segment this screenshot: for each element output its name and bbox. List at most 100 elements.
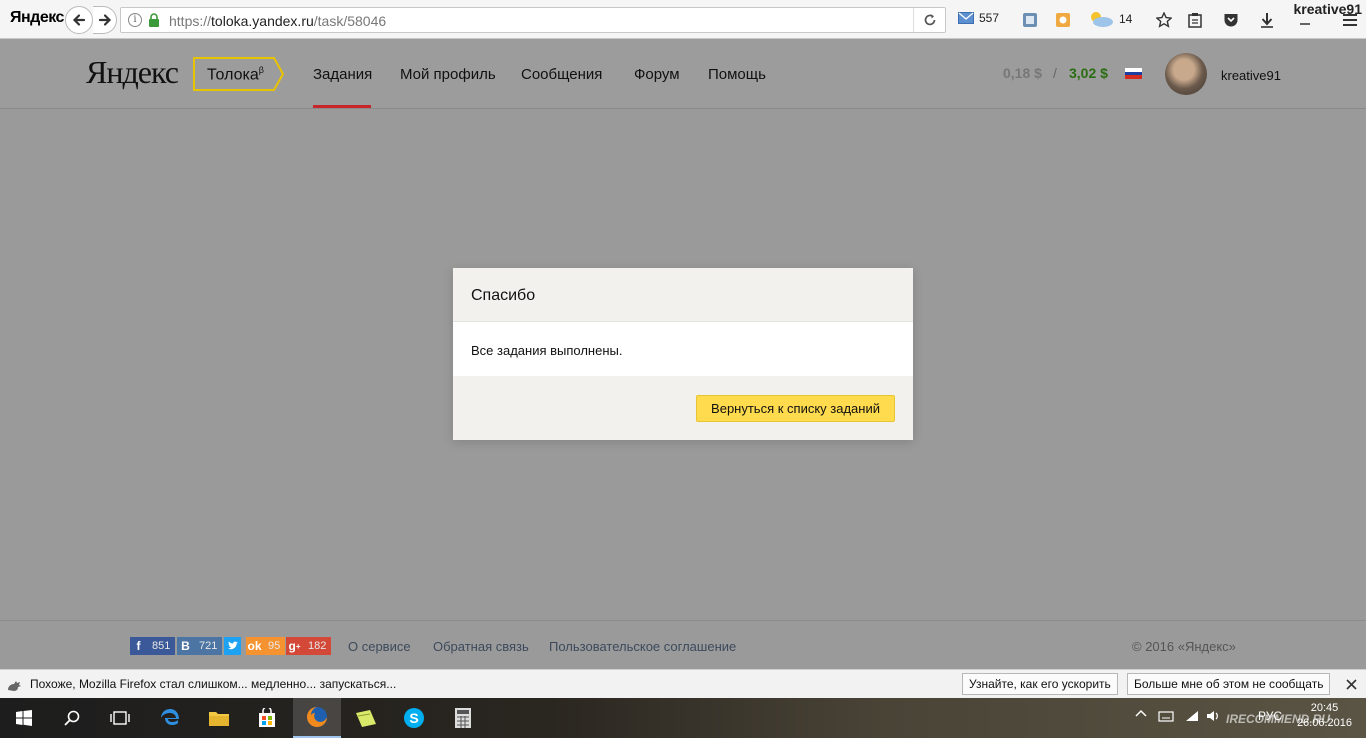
svg-text:S: S [409, 710, 418, 726]
edge-app[interactable] [146, 698, 194, 738]
wifi-icon [1186, 711, 1198, 721]
forward-button[interactable] [93, 6, 117, 34]
store-bag-icon [259, 708, 275, 727]
facebook-icon: f [136, 639, 141, 653]
file-explorer-app[interactable] [195, 698, 243, 738]
close-icon [1345, 678, 1357, 690]
windows-taskbar: S РУС 20:45 26.06.2016 [0, 698, 1366, 738]
reading-list-button[interactable] [1186, 11, 1204, 29]
download-arrow-icon [1261, 13, 1273, 28]
arrow-left-icon [72, 14, 86, 26]
browser-user-name[interactable]: kreative91 [1293, 1, 1362, 17]
network-indicator[interactable] [1184, 709, 1200, 723]
avatar[interactable] [1165, 53, 1207, 95]
extension-icon[interactable] [1021, 11, 1039, 29]
reload-icon [924, 14, 935, 26]
active-tab-indicator [313, 105, 371, 108]
bookmark-extension-icon [1023, 13, 1037, 27]
folder-icon [209, 712, 229, 726]
arrow-right-icon [98, 14, 111, 26]
notification-text: Похоже, Mozilla Firefox стал слишком... … [30, 677, 397, 691]
vk-count: 721 [199, 640, 218, 652]
back-button[interactable] [65, 6, 93, 34]
footer-link-feedback[interactable]: Обратная связь [433, 639, 529, 654]
nav-messages[interactable]: Сообщения [521, 66, 602, 83]
odnoklassniki-icon: ok [247, 639, 262, 653]
copyright: © 2016 «Яндекс» [1132, 639, 1236, 654]
balance-pending[interactable]: 0,18 $ [1003, 65, 1042, 81]
odnoklassniki-count: 95 [268, 640, 281, 652]
dialog-title: Спасибо [453, 268, 913, 322]
input-indicator[interactable] [1158, 709, 1174, 723]
clipboard-icon [1188, 13, 1202, 28]
mail-widget[interactable]: 557 [958, 11, 999, 25]
yandex-logo[interactable]: Яндекс [86, 56, 179, 88]
url-text[interactable]: https://toloka.yandex.ru/task/58046 [169, 13, 386, 29]
dialog-message: Все задания выполнены. [471, 343, 623, 358]
extension-icon-2[interactable] [1054, 11, 1072, 29]
learn-speedup-button[interactable]: Узнайте, как его ускорить [962, 673, 1118, 695]
show-hidden-icons[interactable] [1135, 709, 1147, 717]
google-plus-share[interactable]: g + 182 [286, 637, 332, 655]
url-path: /task/58046 [313, 13, 387, 29]
pocket-button[interactable] [1222, 11, 1240, 29]
footer-link-user-agreement[interactable]: Пользовательское соглашение [549, 639, 736, 654]
google-plus-icon: g + [288, 639, 301, 653]
notes-app[interactable] [342, 698, 390, 738]
edge-browser-icon [161, 709, 179, 725]
firefox-app[interactable] [293, 698, 341, 738]
twitter-share[interactable] [224, 637, 241, 655]
beta-mark: β [258, 65, 264, 75]
downloads-button[interactable] [1258, 11, 1276, 29]
balance-available[interactable]: 3,02 $ [1069, 65, 1108, 81]
address-bar[interactable]: i https://toloka.yandex.ru/task/58046 [120, 7, 946, 33]
watermark: IRECOMMEND.RU [1226, 712, 1330, 726]
weather-widget[interactable]: 14 [1088, 11, 1132, 27]
user-name[interactable]: kreative91 [1221, 68, 1281, 83]
chevron-up-icon [1135, 709, 1147, 717]
calculator-icon [455, 708, 471, 728]
start-button[interactable] [0, 698, 48, 738]
url-scheme: https:// [169, 13, 212, 29]
twitter-icon [224, 637, 241, 655]
return-to-tasks-button[interactable]: Вернуться к списку заданий [696, 395, 895, 422]
odnoklassniki-share[interactable]: ok 95 [246, 637, 286, 655]
bookmark-star-button[interactable] [1155, 11, 1173, 29]
facebook-count: 851 [152, 640, 171, 652]
yandex-browser-logo[interactable]: Яндекс [10, 9, 64, 27]
dont-show-again-button[interactable]: Больше мне об этом не сообщать [1127, 673, 1331, 695]
thanks-dialog: Спасибо Все задания выполнены. Вернуться… [453, 268, 913, 440]
facebook-share[interactable]: f 851 [130, 637, 176, 655]
windows-logo-icon [16, 710, 32, 726]
keyboard-icon [1158, 711, 1174, 722]
close-notification-button[interactable] [1341, 674, 1361, 694]
notepad-folder-icon [356, 710, 376, 727]
footer-link-about[interactable]: О сервисе [348, 639, 411, 654]
nav-my-profile[interactable]: Мой профиль [400, 66, 496, 83]
russian-flag-icon[interactable] [1125, 68, 1142, 80]
weather-cloud-sun-icon [1091, 12, 1113, 27]
toloka-name: Толока [207, 66, 259, 84]
task-view-button[interactable] [96, 698, 144, 738]
pocket-icon [1224, 14, 1238, 27]
nav-forum[interactable]: Форум [634, 66, 680, 83]
reload-button[interactable] [913, 8, 945, 32]
site-header: Яндекс Толокаβ Задания Мой профиль Сообщ… [0, 39, 1366, 109]
search-button[interactable] [48, 698, 96, 738]
market-extension-icon [1056, 13, 1070, 27]
lock-icon[interactable] [148, 13, 160, 27]
vk-share[interactable]: B 721 [177, 637, 223, 655]
browser-toolbar: Яндекс i https://toloka.yandex.ru/task/5… [0, 0, 1366, 39]
nav-tasks[interactable]: Задания [313, 66, 372, 83]
calculator-app[interactable] [439, 698, 487, 738]
slow-startup-icon [8, 681, 21, 691]
store-app[interactable] [243, 698, 291, 738]
site-footer: f 851 B 721 ok 95 g + 182 О сервисе Обрат… [0, 620, 1366, 669]
nav-help[interactable]: Помощь [708, 66, 766, 83]
skype-app[interactable]: S [390, 698, 438, 738]
skype-icon: S [404, 708, 424, 728]
vk-icon: B [181, 639, 190, 653]
search-icon [64, 710, 80, 726]
info-icon[interactable]: i [128, 13, 142, 27]
volume-indicator[interactable] [1206, 709, 1222, 723]
